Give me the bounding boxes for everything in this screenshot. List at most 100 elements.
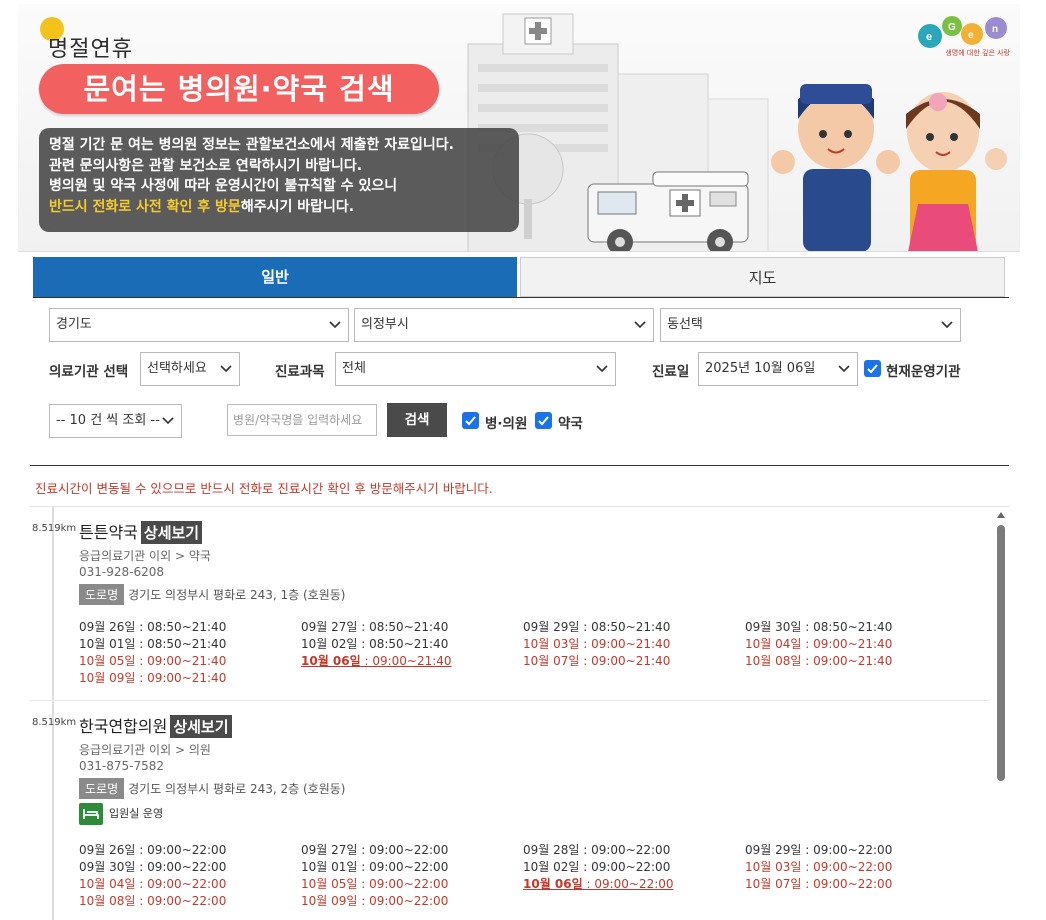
dong-value: 동선택 xyxy=(667,317,703,332)
schedule-entry: 09월 27일 : 09:00~22:00 xyxy=(301,843,449,857)
current-open-label: 현재운영기관 xyxy=(886,364,961,380)
schedule-entry: 10월 01일 : 09:00~22:00 xyxy=(301,860,449,874)
address-text: 경기도 의정부시 평화로 243, 2층 (호원동) xyxy=(128,782,346,796)
chevron-down-icon xyxy=(220,365,232,373)
current-open-checkbox[interactable] xyxy=(864,360,881,377)
dong-select[interactable]: 동선택 xyxy=(660,308,961,342)
schedule-entry: 10월 07일 : 09:00~21:40 xyxy=(523,654,671,668)
schedule-entry: 09월 27일 : 08:50~21:40 xyxy=(301,620,449,634)
schedule-entry: 09월 26일 : 09:00~22:00 xyxy=(79,843,227,857)
dept-value: 전체 xyxy=(342,361,366,376)
pharmacy-checkbox[interactable] xyxy=(535,412,552,429)
detail-button[interactable]: 상세보기 xyxy=(140,521,203,544)
facility-address: 도로명 경기도 의정부시 평화로 243, 1층 (호원동) xyxy=(79,584,345,605)
facility-phone[interactable]: 031-875-7582 xyxy=(79,759,164,773)
schedule-entry: 10월 07일 : 09:00~22:00 xyxy=(745,877,893,891)
tab-underline xyxy=(33,297,1009,298)
chevron-down-icon xyxy=(162,417,174,425)
schedule-entry: 10월 04일 : 09:00~21:40 xyxy=(745,637,893,651)
info-line: 반드시 전화로 사전 확인 후 방문해주시기 바랍니다. xyxy=(49,197,509,218)
check-icon xyxy=(465,416,476,426)
schedule-entry: 10월 03일 : 09:00~22:00 xyxy=(745,860,893,874)
scroll-up-icon[interactable] xyxy=(997,512,1005,518)
chevron-down-icon xyxy=(634,321,646,329)
today-date: 10월 06일 xyxy=(523,877,583,891)
svg-text:n: n xyxy=(992,24,998,35)
schedule-entry: 10월 05일 : 09:00~22:00 xyxy=(301,877,449,891)
facility-category: 응급의료기관 이외 > 약국 xyxy=(79,549,211,563)
page-size-select[interactable]: -- 10 건 씩 조회 -- xyxy=(49,404,182,438)
schedule-entry: 10월 06일 : 09:00~21:40 xyxy=(301,653,452,670)
svg-text:e: e xyxy=(968,30,974,41)
road-tag: 도로명 xyxy=(79,778,125,799)
schedule-entry: 10월 01일 : 08:50~21:40 xyxy=(79,637,227,651)
facility-name: 튼튼약국 상세보기 xyxy=(79,519,203,544)
tab-general[interactable]: 일반 xyxy=(33,257,517,297)
facility-category: 응급의료기관 이외 > 의원 xyxy=(79,743,211,757)
org-type-label: 의료기관 선택 xyxy=(49,364,129,380)
pharmacy-label: 약국 xyxy=(558,416,583,432)
distance: 8.519km xyxy=(32,523,77,534)
facility-name-text: 한국연합의원 xyxy=(79,717,168,736)
facility-name-text: 튼튼약국 xyxy=(79,523,138,542)
today-date: 10월 06일 xyxy=(301,654,361,668)
scrollbar-thumb[interactable] xyxy=(997,525,1005,781)
schedule-entry: 09월 29일 : 09:00~22:00 xyxy=(745,843,893,857)
today-time: : 09:00~21:40 xyxy=(360,654,452,668)
result-item: 8.519km 한국연합의원 상세보기 응급의료기관 이외 > 의원 031-87… xyxy=(30,701,990,920)
chevron-down-icon xyxy=(941,321,953,329)
call-ahead-notice: 진료시간이 변동될 수 있으므로 반드시 전화로 진료시간 확인 후 방문해주시… xyxy=(35,481,493,496)
chevron-down-icon xyxy=(329,321,341,329)
city-select[interactable]: 의정부시 xyxy=(354,308,654,342)
logo-tagline: 생명에 대한 깊은 사랑 xyxy=(945,49,1010,57)
ward-badge: 입원실 운영 xyxy=(79,803,163,825)
schedule-entry: 10월 03일 : 09:00~21:40 xyxy=(523,637,671,651)
info-highlight: 반드시 전화로 사전 확인 후 방문 xyxy=(49,198,241,215)
date-label: 진료일 xyxy=(652,364,690,380)
search-button[interactable]: 검색 xyxy=(387,403,447,437)
hospital-label: 병·의원 xyxy=(485,416,528,432)
info-tail: 해주시기 바랍니다. xyxy=(240,198,355,215)
view-tabs: 일반 지도 xyxy=(33,257,1006,297)
facility-address: 도로명 경기도 의정부시 평화로 243, 2층 (호원동) xyxy=(79,778,345,799)
tab-map[interactable]: 지도 xyxy=(520,257,1005,297)
date-value: 2025년 10월 06일 xyxy=(705,361,816,376)
svg-text:e: e xyxy=(926,31,932,43)
page: 명절연휴 문여는 병의원·약국 검색 명절 기간 문 여는 병의원 정보는 관할… xyxy=(0,0,1046,920)
schedule-entry: 10월 08일 : 09:00~21:40 xyxy=(745,654,893,668)
date-select[interactable]: 2025년 10월 06일 xyxy=(698,352,858,386)
detail-button[interactable]: 상세보기 xyxy=(170,715,232,738)
facility-phone[interactable]: 031-928-6208 xyxy=(79,565,164,579)
result-item: 8.519km 튼튼약국 상세보기 응급의료기관 이외 > 약국 031-928-… xyxy=(30,507,990,701)
schedule-entry: 09월 26일 : 08:50~21:40 xyxy=(79,620,227,634)
province-value: 경기도 xyxy=(56,317,92,332)
chevron-down-icon xyxy=(596,365,608,373)
search-input[interactable]: 병원/약국명을 입력하세요 xyxy=(227,404,377,436)
hospital-checkbox[interactable] xyxy=(462,412,479,429)
divider xyxy=(30,465,1009,466)
chevron-down-icon xyxy=(838,365,850,373)
page-headline: 문여는 병의원·약국 검색 xyxy=(39,64,439,114)
org-type-select[interactable]: 선택하세요 xyxy=(140,352,240,386)
dept-label: 진료과목 xyxy=(275,364,325,380)
distance: 8.519km xyxy=(32,717,77,728)
holiday-title: 명절연휴 xyxy=(48,37,133,62)
result-list[interactable]: 8.519km 튼튼약국 상세보기 응급의료기관 이외 > 약국 031-928-… xyxy=(30,507,990,920)
schedule-entry: 10월 02일 : 09:00~22:00 xyxy=(523,860,671,874)
today-time: : 09:00~22:00 xyxy=(582,877,674,891)
province-select[interactable]: 경기도 xyxy=(49,308,349,342)
dept-select[interactable]: 전체 xyxy=(335,352,616,386)
info-box: 명절 기간 문 여는 병의원 정보는 관할보건소에서 제출한 자료입니다. 관련… xyxy=(39,128,519,232)
schedule-entry: 09월 28일 : 09:00~22:00 xyxy=(523,843,671,857)
org-type-value: 선택하세요 xyxy=(147,361,207,376)
schedule-entry: 10월 08일 : 09:00~22:00 xyxy=(79,894,227,908)
page-size-value: -- 10 건 씩 조회 -- xyxy=(56,413,160,428)
address-text: 경기도 의정부시 평화로 243, 1층 (호원동) xyxy=(128,588,346,602)
egen-logo: e G e n 생명에 대한 깊은 사랑 xyxy=(916,10,1012,64)
schedule-entry: 10월 05일 : 09:00~21:40 xyxy=(79,654,227,668)
ward-label: 입원실 운영 xyxy=(109,807,164,820)
city-value: 의정부시 xyxy=(361,317,409,332)
schedule-entry: 10월 06일 : 09:00~22:00 xyxy=(523,876,674,893)
bed-icon xyxy=(79,803,103,825)
schedule-entry: 10월 09일 : 09:00~21:40 xyxy=(79,671,227,685)
